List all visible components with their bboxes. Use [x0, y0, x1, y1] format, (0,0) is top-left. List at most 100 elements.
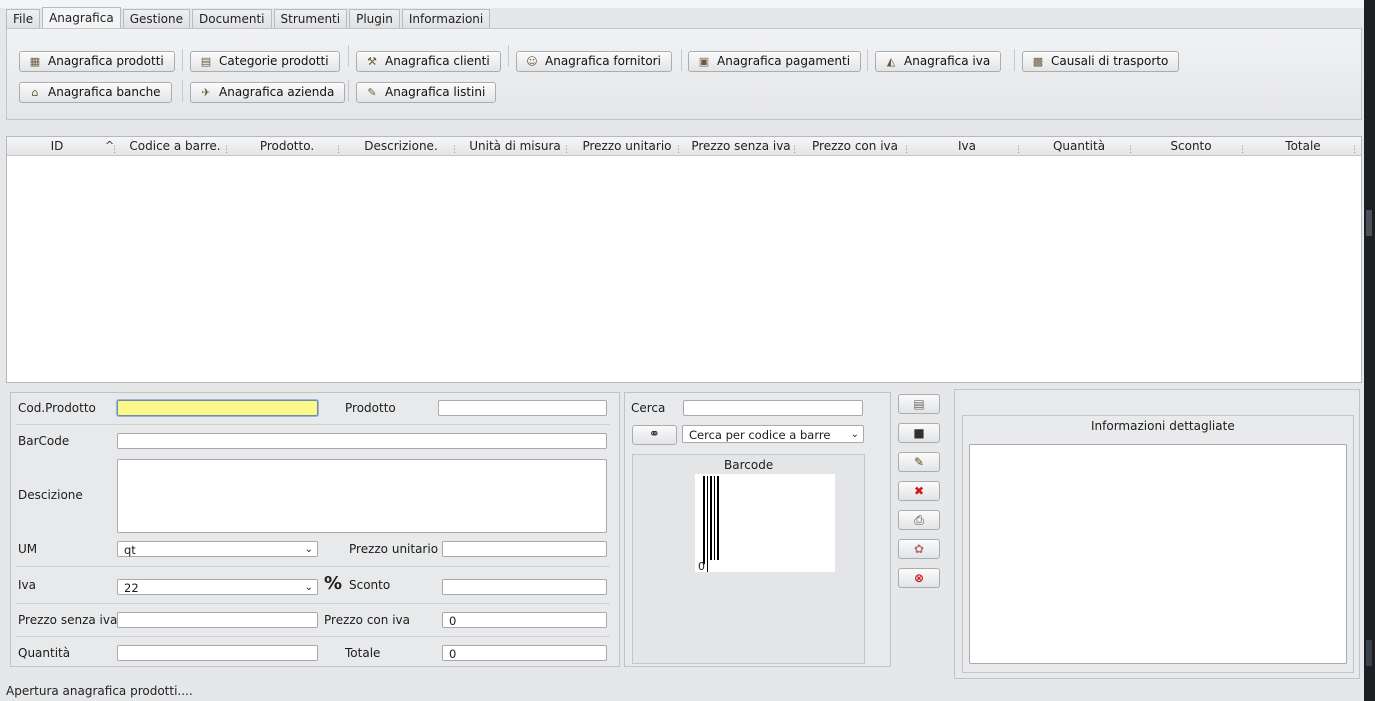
column-header-unita[interactable]: Unità di misura ⋮: [459, 137, 571, 155]
tab-file[interactable]: File: [6, 9, 41, 28]
anagrafica-prodotti-button[interactable]: ▦ Anagrafica prodotti: [19, 51, 175, 72]
column-label: Unità di misura: [469, 139, 561, 153]
column-label: Descrizione.: [364, 139, 438, 153]
edit-icon: ✎: [913, 455, 925, 469]
barcode-input[interactable]: [117, 433, 607, 449]
info-textarea[interactable]: [969, 444, 1347, 664]
column-label: Prezzo senza iva: [691, 139, 791, 153]
window-top-strip: [0, 0, 1375, 8]
causali-trasporto-button[interactable]: ▩ Causali di trasporto: [1022, 51, 1180, 72]
delete-button[interactable]: ✖: [898, 481, 940, 501]
close-button[interactable]: ⊗: [898, 568, 940, 588]
suppliers-icon: ☺: [526, 55, 538, 68]
search-button[interactable]: ⚭: [632, 425, 677, 445]
divider: [16, 424, 610, 425]
chevron-down-icon: ⌄: [850, 429, 859, 440]
search-mode-select[interactable]: Cerca per codice a barre ⌄: [682, 425, 864, 443]
tab-strumenti[interactable]: Strumenti: [273, 9, 348, 28]
menu-tab-bar: File Anagrafica Gestione Documenti Strum…: [6, 7, 492, 29]
save-button[interactable]: ■: [898, 423, 940, 443]
sconto-label: Sconto: [349, 578, 391, 592]
transport-icon: ▩: [1032, 55, 1044, 68]
anagrafica-pagamenti-button[interactable]: ▣ Anagrafica pagamenti: [688, 51, 862, 72]
product-list-icon: ▦: [29, 55, 41, 68]
column-header-prodotto[interactable]: Prodotto. ⋮: [231, 137, 343, 155]
desktop-edge: [1364, 0, 1375, 701]
descrizione-textarea[interactable]: [117, 459, 607, 533]
column-header-id[interactable]: ID ^ ⋮: [7, 137, 119, 155]
button-label: Anagrafica pagamenti: [717, 54, 851, 68]
plugin-button[interactable]: ✿: [898, 539, 940, 559]
anagrafica-clienti-button[interactable]: ⚒ Anagrafica clienti: [356, 51, 501, 72]
button-label: Anagrafica listini: [385, 85, 486, 99]
info-title: Informazioni dettagliate: [1091, 419, 1235, 433]
search-input[interactable]: [683, 400, 863, 416]
delete-icon: ✖: [913, 484, 925, 498]
anagrafica-azienda-button[interactable]: ✈ Anagrafica azienda: [190, 82, 346, 103]
tab-gestione[interactable]: Gestione: [122, 9, 190, 28]
tab-anagrafica[interactable]: Anagrafica: [42, 7, 121, 28]
separator: [182, 80, 183, 102]
bank-icon: ⌂: [31, 86, 39, 99]
button-label: Anagrafica prodotti: [48, 54, 164, 68]
totale-input[interactable]: 0: [442, 645, 607, 661]
new-button[interactable]: ▤: [898, 394, 940, 414]
button-label: Anagrafica clienti: [385, 54, 490, 68]
chevron-down-icon: ⌄: [304, 582, 313, 593]
price-lists-icon: ✎: [367, 86, 377, 99]
column-header-iva[interactable]: Iva ⋮: [911, 137, 1023, 155]
column-header-totale[interactable]: Totale ⋮: [1247, 137, 1359, 155]
print-button[interactable]: ⎙: [898, 510, 940, 530]
chevron-down-icon: ⌄: [304, 544, 313, 555]
quantita-input[interactable]: [117, 645, 318, 661]
um-label: UM: [18, 542, 38, 556]
column-header-prezzo-unitario[interactable]: Prezzo unitario ⋮: [571, 137, 683, 155]
column-label: Prezzo con iva: [812, 139, 898, 153]
barcode-digit: 0: [698, 560, 705, 573]
anagrafica-banche-button[interactable]: ⌂ Anagrafica banche: [19, 82, 172, 103]
barcode-image: [703, 476, 719, 572]
print-icon: ⎙: [914, 513, 924, 527]
new-icon: ▤: [913, 397, 925, 411]
cod-prodotto-label: Cod.Prodotto: [18, 401, 96, 415]
column-label: Prodotto.: [259, 139, 315, 153]
button-label: Anagrafica iva: [904, 54, 991, 68]
um-value: qt: [124, 543, 136, 557]
column-header-descrizione[interactable]: Descrizione. ⋮: [343, 137, 459, 155]
column-label: Iva: [958, 139, 976, 153]
edit-button[interactable]: ✎: [898, 452, 940, 472]
prezzo-con-iva-input[interactable]: 0: [442, 612, 607, 628]
prezzo-unitario-input[interactable]: [442, 541, 607, 557]
categorie-prodotti-button[interactable]: ▤ Categorie prodotti: [190, 51, 340, 72]
column-header-sconto[interactable]: Sconto ⋮: [1135, 137, 1247, 155]
tab-informazioni[interactable]: Informazioni: [401, 9, 491, 28]
column-header-quantita[interactable]: Quantità ⋮: [1023, 137, 1135, 155]
prezzo-unitario-label: Prezzo unitario: [349, 542, 439, 556]
column-header-prezzo-senza-iva[interactable]: Prezzo senza iva ⋮: [683, 137, 799, 155]
iva-label: Iva: [18, 578, 36, 592]
vat-icon: ◭: [886, 55, 896, 68]
column-header-barcode[interactable]: Codice a barre. ⋮: [119, 137, 231, 155]
ribbon-panel: ▦ Anagrafica prodotti ▤ Categorie prodotti…: [6, 28, 1362, 120]
barcode-label: BarCode: [18, 434, 70, 448]
plugin-icon: ✿: [913, 542, 925, 556]
barcode-preview: 0: [695, 474, 835, 573]
prodotto-label: Prodotto: [345, 401, 396, 415]
iva-select[interactable]: 22 ⌄: [117, 579, 318, 595]
column-label: Codice a barre.: [129, 139, 221, 153]
save-icon: ■: [913, 426, 925, 440]
sconto-input[interactable]: [442, 579, 607, 595]
tab-documenti[interactable]: Documenti: [192, 9, 272, 28]
prodotto-input[interactable]: [438, 400, 607, 416]
anagrafica-iva-button[interactable]: ◭ Anagrafica iva: [875, 51, 1002, 72]
prezzo-senza-iva-input[interactable]: [117, 612, 318, 628]
um-select[interactable]: qt ⌄: [117, 541, 318, 557]
anagrafica-listini-button[interactable]: ✎ Anagrafica listini: [356, 82, 497, 103]
anagrafica-fornitori-button[interactable]: ☺ Anagrafica fornitori: [516, 51, 672, 72]
tab-plugin[interactable]: Plugin: [349, 9, 400, 28]
barcode-title: Barcode: [724, 458, 774, 472]
button-label: Anagrafica fornitori: [545, 54, 661, 68]
products-table[interactable]: ID ^ ⋮ Codice a barre. ⋮ Prodotto. ⋮ Descriz…: [6, 136, 1362, 383]
cod-prodotto-input[interactable]: [117, 400, 318, 416]
column-header-prezzo-con-iva[interactable]: Prezzo con iva ⋮: [799, 137, 911, 155]
